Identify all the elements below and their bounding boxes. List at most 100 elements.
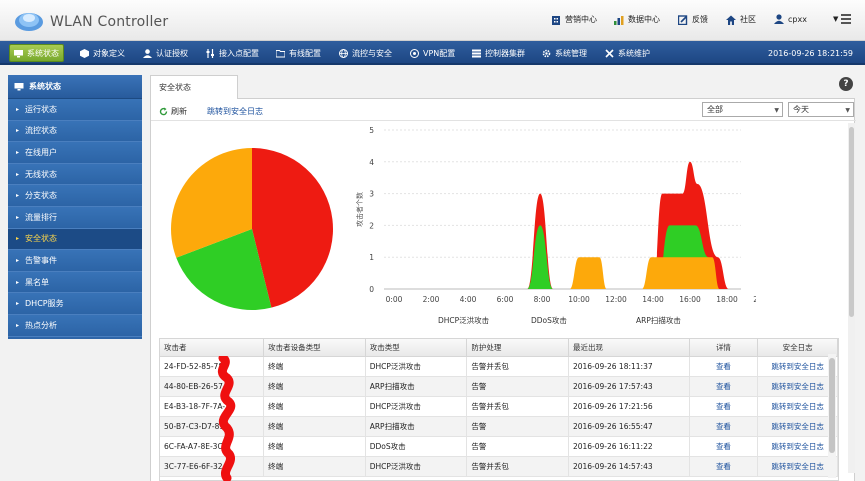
jump-to-log-link[interactable]: 跳转到安全日志 xyxy=(757,376,838,397)
table-cell: 告警并丢包 xyxy=(466,396,569,417)
table-cell: 告警 xyxy=(466,416,569,437)
jump-to-log-link[interactable]: 跳转到安全日志 xyxy=(757,436,838,457)
chevron-down-icon: ▼ xyxy=(845,107,850,114)
table-cell: 终端 xyxy=(263,376,366,397)
content-scrollbar[interactable] xyxy=(848,123,855,473)
nav-auth[interactable]: 认证授权 xyxy=(139,44,192,62)
refresh-button[interactable]: 刷新 xyxy=(159,106,187,117)
user-menu[interactable]: cpxx ▼ xyxy=(774,14,838,24)
menu-icon[interactable] xyxy=(841,14,851,24)
community-label: 社区 xyxy=(740,15,756,24)
table-cell: 终端 xyxy=(263,416,366,437)
nav-system-status[interactable]: 系统状态 xyxy=(9,44,64,62)
attack-pie-chart xyxy=(170,148,333,310)
table-header-cell[interactable]: 攻击类型 xyxy=(365,339,468,357)
help-icon[interactable]: ? xyxy=(839,77,853,91)
table-header-cell[interactable]: 攻击者 xyxy=(160,339,265,357)
system-datetime: 2016-09-26 18:21:59 xyxy=(768,49,853,58)
table-cell: 告警并丢包 xyxy=(466,456,569,477)
chevron-right-icon: ▸ xyxy=(16,256,20,264)
table-cell: 终端 xyxy=(263,356,366,377)
view-detail-link[interactable]: 查看 xyxy=(689,356,759,377)
nav-object-definition[interactable]: 对象定义 xyxy=(76,44,129,62)
nav-flow-security[interactable]: 流控与安全 xyxy=(335,44,396,62)
sidebar-item[interactable]: ▸ 运行状态 xyxy=(8,99,142,121)
scrollbar-thumb[interactable] xyxy=(849,127,854,317)
jump-to-log-link[interactable]: 跳转到安全日志 xyxy=(757,416,838,437)
jump-to-log-link[interactable]: 跳转到安全日志 xyxy=(757,456,838,477)
x-tick-label: 2:00 xyxy=(423,295,440,304)
jump-to-log-link[interactable]: 跳转到安全日志 xyxy=(757,356,838,377)
table-row: 6C-FA-A7-8E-3C- 终端 DDoS攻击 告警 2016-09-26 16:1… xyxy=(160,436,838,457)
nav-vpn-config[interactable]: VPN配置 xyxy=(406,44,459,62)
data-center-link[interactable]: 数据中心 xyxy=(614,14,660,25)
sidebar-item[interactable]: ▸ DHCP服务 xyxy=(8,293,142,315)
table-row: 3C-77-E6-6F-32- 终端 DHCP泛洪攻击 告警并丢包 2016-09-26… xyxy=(160,456,838,477)
jump-to-log-link[interactable]: 跳转到安全日志 xyxy=(757,396,838,417)
sidebar-item[interactable]: ▸ 热点分析 xyxy=(8,314,142,337)
sidebar-item[interactable]: ▸ 分支状态 xyxy=(8,185,142,207)
sidebar-item[interactable]: ▸ 流量排行 xyxy=(8,206,142,229)
nav-ap-config[interactable]: 接入点配置 xyxy=(202,44,263,62)
feedback-label: 反馈 xyxy=(692,15,708,24)
y-tick-label: 5 xyxy=(369,126,374,135)
feedback-link[interactable]: 反馈 xyxy=(678,14,708,25)
y-axis-label: 攻击者个数 xyxy=(355,192,364,227)
sidebar-item-label: 热点分析 xyxy=(25,320,58,330)
sidebar-item[interactable]: ▸ 流控状态 xyxy=(8,120,142,143)
chart-icon xyxy=(614,15,624,25)
table-row: 24-FD-52-85-78- 终端 DHCP泛洪攻击 告警并丢包 2016-09-26… xyxy=(160,356,838,377)
table-row: E4-B3-18-7F-7A- 终端 DHCP泛洪攻击 告警并丢包 2016-09-26… xyxy=(160,396,838,417)
user-icon xyxy=(774,14,784,24)
nav-label: 认证授权 xyxy=(156,48,188,58)
monitor-icon xyxy=(14,83,24,91)
sidebar-item[interactable]: ▸ 无线状态 xyxy=(8,163,142,186)
table-cell: ARP扫描攻击 xyxy=(365,416,468,437)
sidebar-item-label: 无线状态 xyxy=(25,169,58,179)
table-cell: 2016-09-26 16:55:47 xyxy=(568,416,690,437)
jump-to-security-log-link[interactable]: 跳转到安全日志 xyxy=(207,106,263,117)
gear-icon xyxy=(542,49,551,57)
table-header-cell[interactable]: 攻击者设备类型 xyxy=(263,339,366,357)
table-cell: 2016-09-26 14:57:43 xyxy=(568,456,690,477)
table-header-cell[interactable]: 最近出现 xyxy=(568,339,690,357)
scrollbar-thumb[interactable] xyxy=(829,358,835,453)
tab-security-status[interactable]: 安全状态 xyxy=(150,75,238,99)
view-detail-link[interactable]: 查看 xyxy=(689,416,759,437)
area-series xyxy=(569,257,720,289)
sidebar-item[interactable]: ▸ 在线用户 xyxy=(8,142,142,164)
tab-strip: 安全状态 xyxy=(150,75,855,99)
table-row: 44-80-EB-26-57- 终端 ARP扫描攻击 告警 2016-09-26 17:… xyxy=(160,376,838,397)
table-cell: ARP扫描攻击 xyxy=(365,376,468,397)
nav-system-management[interactable]: 系统管理 xyxy=(538,44,591,62)
legend-label: ARP扫描攻击 xyxy=(636,315,681,325)
marketing-center-link[interactable]: 营销中心 xyxy=(551,14,597,25)
sidebar-item-label: 在线用户 xyxy=(25,147,58,157)
table-header-cell[interactable]: 防护处理 xyxy=(466,339,569,357)
globe-icon xyxy=(339,48,348,58)
table-header-cell[interactable]: 安全日志 xyxy=(757,339,838,357)
nav-system-maintenance[interactable]: 系统维护 xyxy=(601,44,654,62)
table-header-cell[interactable]: 详情 xyxy=(689,339,759,357)
nav-label: 流控与安全 xyxy=(352,48,392,58)
list-icon xyxy=(472,49,481,57)
view-detail-link[interactable]: 查看 xyxy=(689,456,759,477)
sidebar-item[interactable]: ▸ 安全状态 xyxy=(8,228,142,251)
building-icon xyxy=(552,15,560,25)
vpn-icon xyxy=(410,48,419,58)
time-select[interactable]: 今天 ▼ xyxy=(788,102,854,117)
filter-select[interactable]: 全部 ▼ xyxy=(702,102,783,117)
view-detail-link[interactable]: 查看 xyxy=(689,436,759,457)
x-tick-label: 16:00 xyxy=(679,295,701,304)
sidebar-item[interactable]: ▸ 告警事件 xyxy=(8,250,142,272)
table-scrollbar[interactable] xyxy=(828,354,836,478)
chevron-down-icon: ▼ xyxy=(832,15,839,23)
community-link[interactable]: 社区 xyxy=(726,14,756,25)
view-detail-link[interactable]: 查看 xyxy=(689,376,759,397)
legend-label: DHCP泛洪攻击 xyxy=(438,315,490,325)
view-detail-link[interactable]: 查看 xyxy=(689,396,759,417)
nav-wired-config[interactable]: 有线配置 xyxy=(272,44,325,62)
sidebar-item[interactable]: ▸ 黑名单 xyxy=(8,271,142,294)
chevron-right-icon: ▸ xyxy=(16,192,20,200)
nav-controller-cluster[interactable]: 控制器集群 xyxy=(468,44,529,62)
